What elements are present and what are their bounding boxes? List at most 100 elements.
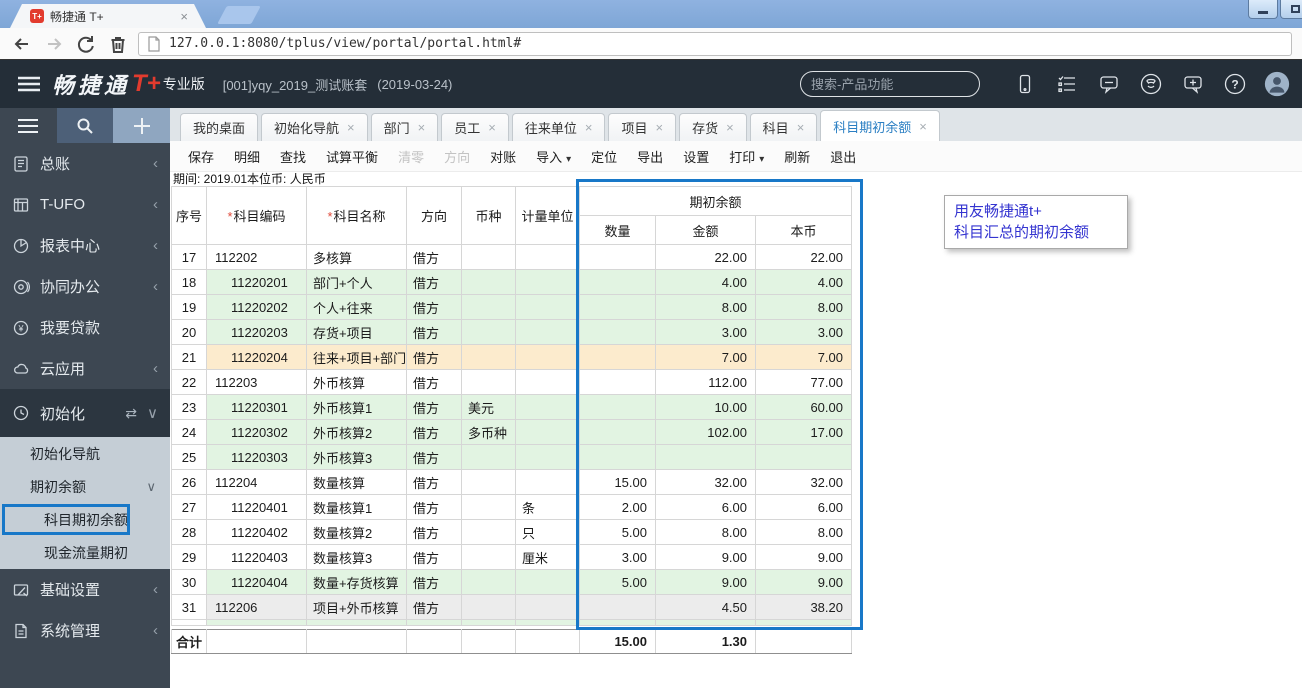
toolbar-button-设置[interactable]: 设置 [673, 143, 719, 170]
tab-往来单位[interactable]: 往来单位× [512, 113, 606, 141]
cell-qty[interactable]: 2.00 [580, 495, 656, 520]
cell-direction[interactable]: 借方 [407, 595, 462, 620]
avatar-icon[interactable] [1264, 71, 1290, 97]
cell-name[interactable]: 项目+外币核算 [307, 595, 407, 620]
toolbar-button-打印[interactable]: 打印▾ [719, 143, 774, 170]
cell-code[interactable]: 112204 [207, 470, 307, 495]
cell-amount[interactable]: 102.00 [656, 420, 756, 445]
cell-unit[interactable] [516, 270, 580, 295]
toolbar-button-刷新[interactable]: 刷新 [774, 143, 820, 170]
cell-qty[interactable]: 5.00 [580, 520, 656, 545]
cell-base[interactable]: 77.00 [756, 370, 852, 395]
cell-code[interactable]: 11220301 [207, 395, 307, 420]
reload-icon[interactable] [74, 32, 98, 56]
back-icon[interactable] [10, 32, 34, 56]
cell-seq[interactable]: 28 [172, 520, 207, 545]
table-row[interactable]: 2111220204往来+项目+部门借方7.007.00 [172, 345, 852, 370]
cell-direction[interactable]: 借方 [407, 370, 462, 395]
cell-seq[interactable]: 23 [172, 395, 207, 420]
cell-currency[interactable] [462, 295, 516, 320]
cell-base[interactable]: 22.00 [756, 245, 852, 270]
cell-direction[interactable]: 借方 [407, 495, 462, 520]
cell-direction[interactable]: 借方 [407, 295, 462, 320]
cell-currency[interactable] [462, 270, 516, 295]
tab-初始化导航[interactable]: 初始化导航× [261, 113, 368, 141]
tab-close-icon[interactable]: × [655, 120, 663, 135]
cell-direction[interactable]: 借方 [407, 545, 462, 570]
tab-科目期初余额[interactable]: 科目期初余额× [820, 110, 940, 141]
cell-qty[interactable] [580, 595, 656, 620]
cell-seq[interactable]: 21 [172, 345, 207, 370]
cell-amount[interactable]: 7.00 [656, 345, 756, 370]
cell-amount[interactable]: 3.00 [656, 320, 756, 345]
tab-close-icon[interactable]: × [585, 120, 593, 135]
cell-unit[interactable] [516, 370, 580, 395]
cell-currency[interactable] [462, 595, 516, 620]
cell-code[interactable]: 11220302 [207, 420, 307, 445]
cell-unit[interactable] [516, 420, 580, 445]
tab-close-icon[interactable]: × [797, 120, 805, 135]
cell-seq[interactable]: 26 [172, 470, 207, 495]
cell-direction[interactable]: 借方 [407, 470, 462, 495]
cell-code[interactable]: 112203 [207, 370, 307, 395]
cell-unit[interactable] [516, 345, 580, 370]
cell-unit[interactable] [516, 570, 580, 595]
cell-direction[interactable]: 借方 [407, 270, 462, 295]
sidebar-item-系统管理[interactable]: 系统管理‹ [0, 610, 170, 651]
cell-amount[interactable]: 4.50 [656, 595, 756, 620]
cell-currency[interactable] [462, 445, 516, 470]
cell-base[interactable]: 4.00 [756, 270, 852, 295]
cell-amount[interactable]: 8.00 [656, 520, 756, 545]
tab-我的桌面[interactable]: 我的桌面 [180, 113, 258, 141]
cell-currency[interactable] [462, 370, 516, 395]
cell-code[interactable]: 112202 [207, 245, 307, 270]
tab-项目[interactable]: 项目× [608, 113, 676, 141]
cell-qty[interactable] [580, 395, 656, 420]
cell-qty[interactable] [580, 320, 656, 345]
cell-amount[interactable]: 6.00 [656, 495, 756, 520]
hamburger-icon[interactable] [16, 74, 42, 94]
phone-icon[interactable] [1138, 71, 1164, 97]
cell-unit[interactable] [516, 595, 580, 620]
cell-seq[interactable]: 29 [172, 545, 207, 570]
table-row[interactable]: 2311220301外币核算1借方美元10.0060.00 [172, 395, 852, 420]
cell-unit[interactable] [516, 395, 580, 420]
cell-currency[interactable] [462, 570, 516, 595]
cell-name[interactable]: 外币核算 [307, 370, 407, 395]
cell-code[interactable]: 11220201 [207, 270, 307, 295]
cell-base[interactable]: 60.00 [756, 395, 852, 420]
table-row[interactable]: 17112202多核算借方22.0022.00 [172, 245, 852, 270]
cell-name[interactable]: 个人+往来 [307, 295, 407, 320]
cell-currency[interactable] [462, 245, 516, 270]
cell-name[interactable]: 数量核算3 [307, 545, 407, 570]
cell-amount[interactable]: 9.00 [656, 545, 756, 570]
cell-unit[interactable]: 只 [516, 520, 580, 545]
cell-base[interactable]: 6.00 [756, 495, 852, 520]
cell-name[interactable]: 多核算 [307, 245, 407, 270]
cell-currency[interactable] [462, 495, 516, 520]
cell-currency[interactable]: 多币种 [462, 420, 516, 445]
cell-name[interactable]: 外币核算3 [307, 445, 407, 470]
cell-code[interactable]: 11220204 [207, 345, 307, 370]
help-icon[interactable]: ? [1222, 71, 1248, 97]
table-row[interactable]: 1911220202个人+往来借方8.008.00 [172, 295, 852, 320]
cell-amount[interactable]: 9.00 [656, 570, 756, 595]
cell-amount[interactable] [656, 445, 756, 470]
cell-code[interactable]: 11220402 [207, 520, 307, 545]
cell-base[interactable]: 9.00 [756, 545, 852, 570]
cell-name[interactable]: 数量+存货核算 [307, 570, 407, 595]
toolbar-button-试算平衡[interactable]: 试算平衡 [316, 143, 388, 170]
cell-amount[interactable]: 112.00 [656, 370, 756, 395]
tasks-icon[interactable] [1054, 71, 1080, 97]
submenu-item-初始化导航[interactable]: 初始化导航 [0, 437, 170, 470]
toolbar-button-明细[interactable]: 明细 [224, 143, 270, 170]
submenu-item-期初余额[interactable]: 期初余额∨ [0, 470, 170, 503]
cell-qty[interactable] [580, 295, 656, 320]
browser-tab-close-icon[interactable]: × [180, 9, 188, 24]
table-row[interactable]: 2811220402数量核算2借方只5.008.008.00 [172, 520, 852, 545]
cell-code[interactable]: 11220404 [207, 570, 307, 595]
toolbar-button-退出[interactable]: 退出 [820, 143, 866, 170]
cell-direction[interactable]: 借方 [407, 445, 462, 470]
cell-base[interactable]: 9.00 [756, 570, 852, 595]
cell-seq[interactable]: 27 [172, 495, 207, 520]
